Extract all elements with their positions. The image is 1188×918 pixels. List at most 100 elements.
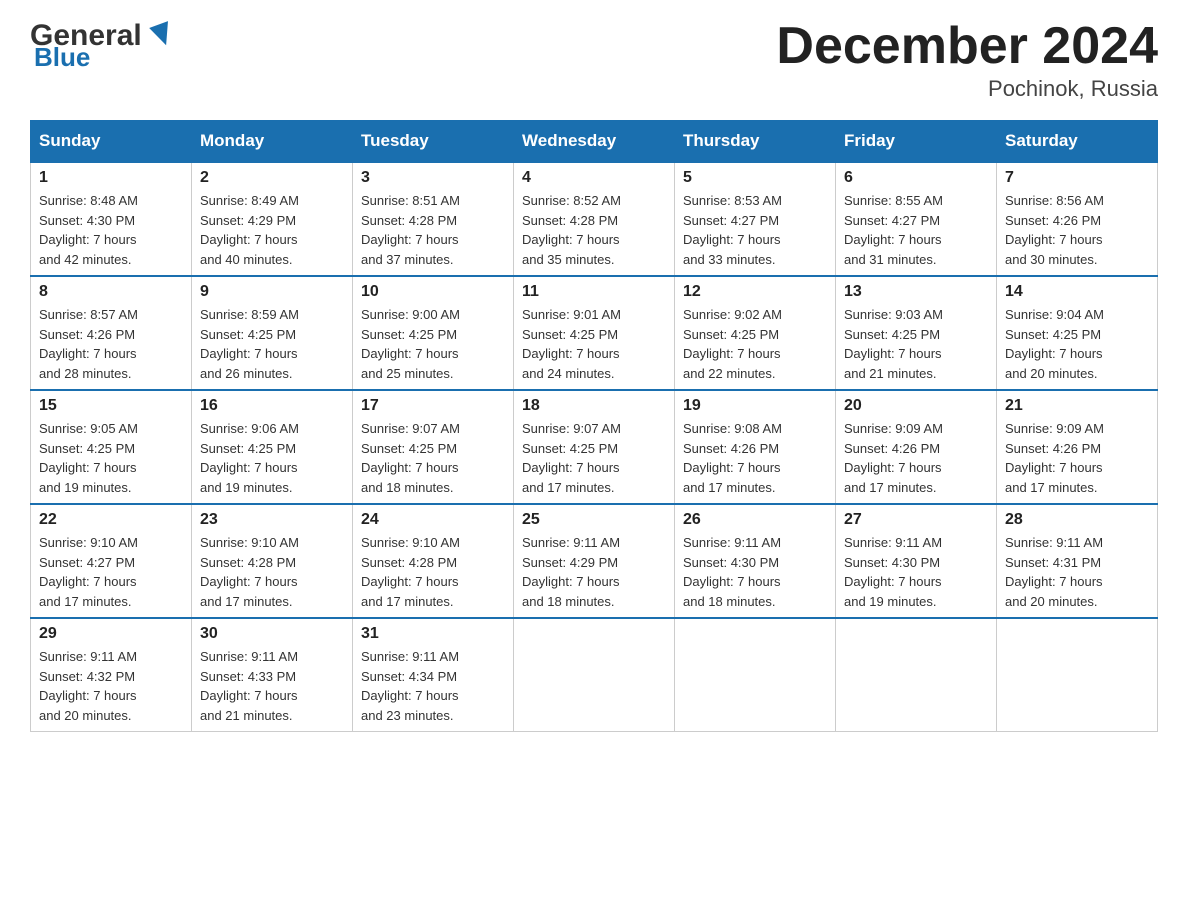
day-info: Sunrise: 9:11 AMSunset: 4:29 PMDaylight:… [522, 533, 666, 611]
day-number: 17 [361, 397, 505, 415]
day-number: 3 [361, 169, 505, 187]
day-info: Sunrise: 9:07 AMSunset: 4:25 PMDaylight:… [522, 419, 666, 497]
calendar-cell: 1 Sunrise: 8:48 AMSunset: 4:30 PMDaylight… [31, 162, 192, 276]
day-info: Sunrise: 9:02 AMSunset: 4:25 PMDaylight:… [683, 305, 827, 383]
day-info: Sunrise: 9:08 AMSunset: 4:26 PMDaylight:… [683, 419, 827, 497]
day-info: Sunrise: 8:51 AMSunset: 4:28 PMDaylight:… [361, 191, 505, 269]
calendar-cell: 19 Sunrise: 9:08 AMSunset: 4:26 PMDayligh… [675, 390, 836, 504]
day-info: Sunrise: 9:11 AMSunset: 4:31 PMDaylight:… [1005, 533, 1149, 611]
day-number: 22 [39, 511, 183, 529]
calendar-cell: 25 Sunrise: 9:11 AMSunset: 4:29 PMDayligh… [514, 504, 675, 618]
column-header-tuesday: Tuesday [353, 121, 514, 163]
calendar-cell: 13Sunrise: 9:03 AMSunset: 4:25 PMDayligh… [836, 276, 997, 390]
day-info: Sunrise: 9:11 AMSunset: 4:33 PMDaylight:… [200, 647, 344, 725]
day-info: Sunrise: 9:10 AMSunset: 4:27 PMDaylight:… [39, 533, 183, 611]
day-info: Sunrise: 9:11 AMSunset: 4:30 PMDaylight:… [844, 533, 988, 611]
day-number: 30 [200, 625, 344, 643]
calendar-cell [675, 618, 836, 732]
day-number: 2 [200, 169, 344, 187]
day-info: Sunrise: 9:00 AMSunset: 4:25 PMDaylight:… [361, 305, 505, 383]
day-number: 29 [39, 625, 183, 643]
calendar-cell: 27Sunrise: 9:11 AMSunset: 4:30 PMDayligh… [836, 504, 997, 618]
day-info: Sunrise: 8:57 AMSunset: 4:26 PMDaylight:… [39, 305, 183, 383]
day-info: Sunrise: 9:05 AMSunset: 4:25 PMDaylight:… [39, 419, 183, 497]
day-info: Sunrise: 8:59 AMSunset: 4:25 PMDaylight:… [200, 305, 344, 383]
day-info: Sunrise: 9:04 AMSunset: 4:25 PMDaylight:… [1005, 305, 1149, 383]
day-info: Sunrise: 9:09 AMSunset: 4:26 PMDaylight:… [1005, 419, 1149, 497]
column-header-monday: Monday [192, 121, 353, 163]
day-info: Sunrise: 9:06 AMSunset: 4:25 PMDaylight:… [200, 419, 344, 497]
calendar-cell: 10 Sunrise: 9:00 AMSunset: 4:25 PMDayligh… [353, 276, 514, 390]
calendar-cell: 2 Sunrise: 8:49 AMSunset: 4:29 PMDaylight… [192, 162, 353, 276]
day-number: 19 [683, 397, 827, 415]
day-number: 14 [1005, 283, 1149, 301]
calendar-cell: 23 Sunrise: 9:10 AMSunset: 4:28 PMDayligh… [192, 504, 353, 618]
day-number: 21 [1005, 397, 1149, 415]
day-info: Sunrise: 9:10 AMSunset: 4:28 PMDaylight:… [361, 533, 505, 611]
title-block: December 2024 Pochinok, Russia [776, 20, 1158, 102]
calendar-cell: 16 Sunrise: 9:06 AMSunset: 4:25 PMDayligh… [192, 390, 353, 504]
calendar-cell: 30 Sunrise: 9:11 AMSunset: 4:33 PMDayligh… [192, 618, 353, 732]
calendar-cell [514, 618, 675, 732]
calendar-cell: 4 Sunrise: 8:52 AMSunset: 4:28 PMDaylight… [514, 162, 675, 276]
day-number: 9 [200, 283, 344, 301]
day-info: Sunrise: 9:03 AMSunset: 4:25 PMDaylight:… [844, 305, 988, 383]
calendar-cell: 12 Sunrise: 9:02 AMSunset: 4:25 PMDayligh… [675, 276, 836, 390]
day-number: 11 [522, 283, 666, 301]
day-info: Sunrise: 8:55 AMSunset: 4:27 PMDaylight:… [844, 191, 988, 269]
day-number: 16 [200, 397, 344, 415]
day-number: 24 [361, 511, 505, 529]
calendar-week-row: 22 Sunrise: 9:10 AMSunset: 4:27 PMDayligh… [31, 504, 1158, 618]
calendar-cell: 11Sunrise: 9:01 AMSunset: 4:25 PMDayligh… [514, 276, 675, 390]
column-header-thursday: Thursday [675, 121, 836, 163]
day-info: Sunrise: 9:10 AMSunset: 4:28 PMDaylight:… [200, 533, 344, 611]
page-header: General Blue December 2024 Pochinok, Rus… [30, 20, 1158, 102]
day-number: 8 [39, 283, 183, 301]
calendar-cell: 14 Sunrise: 9:04 AMSunset: 4:25 PMDayligh… [997, 276, 1158, 390]
calendar-cell: 26 Sunrise: 9:11 AMSunset: 4:30 PMDayligh… [675, 504, 836, 618]
column-header-saturday: Saturday [997, 121, 1158, 163]
calendar-week-row: 8 Sunrise: 8:57 AMSunset: 4:26 PMDaylight… [31, 276, 1158, 390]
day-info: Sunrise: 9:09 AMSunset: 4:26 PMDaylight:… [844, 419, 988, 497]
day-number: 4 [522, 169, 666, 187]
calendar-cell: 9 Sunrise: 8:59 AMSunset: 4:25 PMDaylight… [192, 276, 353, 390]
calendar-cell: 28Sunrise: 9:11 AMSunset: 4:31 PMDayligh… [997, 504, 1158, 618]
day-number: 31 [361, 625, 505, 643]
day-number: 23 [200, 511, 344, 529]
calendar-cell: 24 Sunrise: 9:10 AMSunset: 4:28 PMDayligh… [353, 504, 514, 618]
calendar-cell [836, 618, 997, 732]
day-info: Sunrise: 9:07 AMSunset: 4:25 PMDaylight:… [361, 419, 505, 497]
day-info: Sunrise: 8:48 AMSunset: 4:30 PMDaylight:… [39, 191, 183, 269]
calendar-cell: 7Sunrise: 8:56 AMSunset: 4:26 PMDaylight… [997, 162, 1158, 276]
calendar-cell: 31Sunrise: 9:11 AMSunset: 4:34 PMDayligh… [353, 618, 514, 732]
day-number: 15 [39, 397, 183, 415]
day-number: 20 [844, 397, 988, 415]
calendar-title: December 2024 [776, 20, 1158, 72]
column-header-friday: Friday [836, 121, 997, 163]
day-info: Sunrise: 8:56 AMSunset: 4:26 PMDaylight:… [1005, 191, 1149, 269]
calendar-cell: 8 Sunrise: 8:57 AMSunset: 4:26 PMDaylight… [31, 276, 192, 390]
day-number: 25 [522, 511, 666, 529]
day-number: 5 [683, 169, 827, 187]
calendar-header-row: SundayMondayTuesdayWednesdayThursdayFrid… [31, 121, 1158, 163]
day-info: Sunrise: 8:53 AMSunset: 4:27 PMDaylight:… [683, 191, 827, 269]
day-number: 12 [683, 283, 827, 301]
calendar-cell: 20 Sunrise: 9:09 AMSunset: 4:26 PMDayligh… [836, 390, 997, 504]
day-info: Sunrise: 9:11 AMSunset: 4:30 PMDaylight:… [683, 533, 827, 611]
logo-blue-text: Blue [34, 44, 90, 70]
calendar-cell: 15 Sunrise: 9:05 AMSunset: 4:25 PMDayligh… [31, 390, 192, 504]
calendar-cell [997, 618, 1158, 732]
day-info: Sunrise: 8:52 AMSunset: 4:28 PMDaylight:… [522, 191, 666, 269]
calendar-cell: 6 Sunrise: 8:55 AMSunset: 4:27 PMDaylight… [836, 162, 997, 276]
calendar-week-row: 29Sunrise: 9:11 AMSunset: 4:32 PMDayligh… [31, 618, 1158, 732]
day-number: 1 [39, 169, 183, 187]
day-number: 26 [683, 511, 827, 529]
day-number: 18 [522, 397, 666, 415]
day-info: Sunrise: 8:49 AMSunset: 4:29 PMDaylight:… [200, 191, 344, 269]
calendar-week-row: 1 Sunrise: 8:48 AMSunset: 4:30 PMDaylight… [31, 162, 1158, 276]
day-number: 6 [844, 169, 988, 187]
column-header-sunday: Sunday [31, 121, 192, 163]
day-number: 10 [361, 283, 505, 301]
calendar-table: SundayMondayTuesdayWednesdayThursdayFrid… [30, 120, 1158, 732]
logo-triangle-icon [144, 16, 180, 52]
